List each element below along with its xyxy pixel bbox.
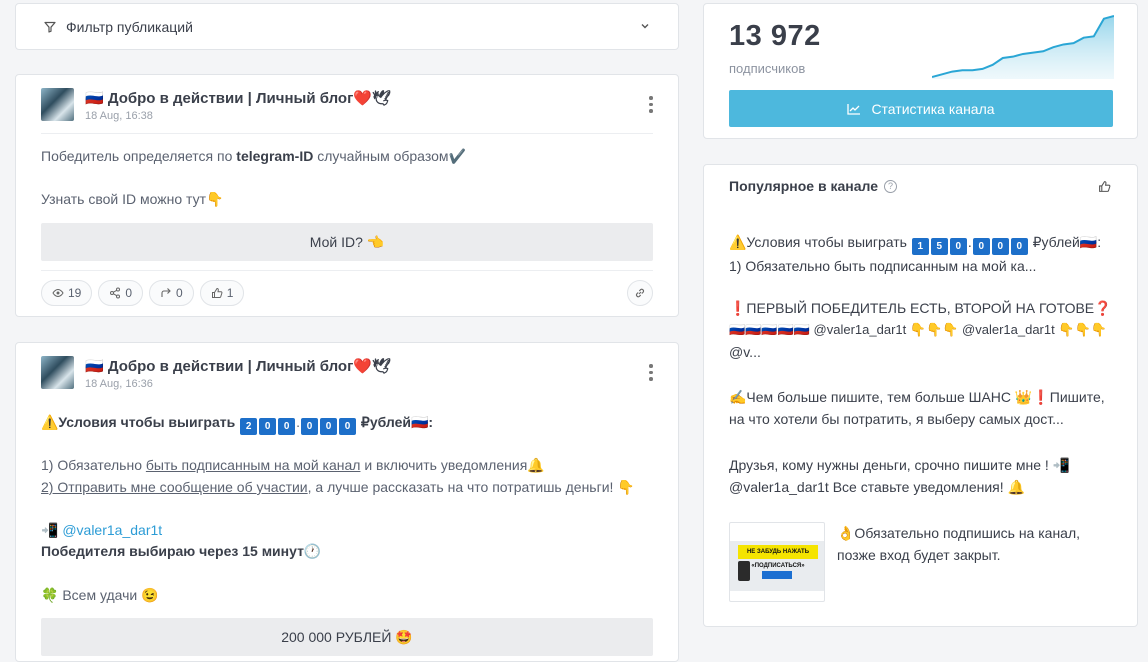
- message-link[interactable]: 2) Отправить мне сообщение об участии: [41, 479, 308, 495]
- thumbs-up-icon[interactable]: [1098, 180, 1111, 196]
- share-icon: [110, 287, 121, 299]
- subscriber-sparkline: [932, 15, 1114, 79]
- thumbs-up-icon: [211, 287, 223, 298]
- subscriber-count: 13 972: [729, 20, 821, 52]
- digit-keycap: 0: [339, 418, 357, 435]
- divider: [41, 133, 653, 134]
- post-text: 1) Обязательно быть подписанным на мой к…: [41, 457, 545, 473]
- help-icon[interactable]: ?: [884, 179, 897, 193]
- post-headline: ⚠️Условия чтобы выиграть 200.000 ₽ублей🇷…: [41, 412, 653, 435]
- post-stats: 19 0 0 1: [41, 280, 653, 306]
- digit-keycap: 2: [240, 418, 258, 435]
- post-inline-button[interactable]: 200 000 РУБЛЕЙ 🤩: [41, 618, 653, 656]
- digit-keycap: 0: [259, 418, 277, 435]
- post-date: 18 Aug, 16:38: [85, 110, 153, 122]
- digit-keycap: 0: [278, 418, 296, 435]
- channel-name[interactable]: 🇷🇺 Добро в действии | Личный блог❤️🕊: [85, 89, 391, 107]
- chart-icon: [847, 103, 861, 115]
- popular-item[interactable]: ⚠️Условия чтобы выиграть 150.000 ₽ублей🇷…: [729, 231, 1112, 277]
- digit-keycap: 0: [320, 418, 338, 435]
- publication-filter[interactable]: Фильтр публикаций: [15, 3, 679, 50]
- channel-stats-card: 13 972 подписчиков Статистика канала: [703, 3, 1138, 139]
- post-text: 📲 @valer1a_dar1t: [41, 520, 653, 542]
- popular-item[interactable]: 👌Обязательно подпишись на канал, позже в…: [837, 522, 1117, 566]
- sparkline-area: [932, 16, 1114, 79]
- popular-item[interactable]: Друзья, кому нужны деньги, срочно пишите…: [729, 454, 1112, 498]
- popular-in-channel: Популярное в канале ? ⚠️Условия чтобы вы…: [703, 164, 1138, 627]
- digit-keycap: .: [296, 414, 301, 430]
- avatar[interactable]: [41, 88, 74, 121]
- popular-item-thumbnail[interactable]: НЕ ЗАБУДЬ НАЖАТЬ «ПОДПИСАТЬСЯ»: [729, 522, 825, 602]
- popular-item[interactable]: ✍️Чем больше пишите, тем больше ШАНС 👑❗️…: [729, 386, 1112, 430]
- avatar[interactable]: [41, 356, 74, 389]
- post-text: Узнать свой ID можно тут👇: [41, 191, 224, 207]
- popular-item[interactable]: ❗️ПЕРВЫЙ ПОБЕДИТЕЛЬ ЕСТЬ, ВТОРОЙ НА ГОТО…: [729, 297, 1112, 363]
- chevron-down-icon[interactable]: [640, 20, 650, 34]
- post-date: 18 Aug, 16:36: [85, 378, 153, 390]
- more-menu-icon[interactable]: [649, 364, 653, 381]
- more-menu-icon[interactable]: [649, 96, 653, 113]
- channel-stats-button[interactable]: Статистика канала: [729, 90, 1113, 127]
- post-text: 2) Отправить мне сообщение об участии, а…: [41, 479, 635, 495]
- popular-title: Популярное в канале ?: [729, 178, 897, 194]
- post-header: 🇷🇺 Добро в действии | Личный блог❤️🕊 18 …: [41, 356, 653, 401]
- digit-keycap: .: [967, 234, 972, 250]
- copy-link-icon[interactable]: [627, 280, 653, 306]
- digit-keycap: 1: [911, 238, 929, 255]
- divider: [41, 270, 653, 271]
- views-pill[interactable]: 19: [41, 280, 93, 306]
- digit-keycap: 0: [1010, 238, 1028, 255]
- post-text: Победитель определяется по telegram-ID с…: [41, 148, 466, 164]
- digit-keycap: 0: [991, 238, 1009, 255]
- shares-pill[interactable]: 0: [98, 280, 144, 306]
- eye-icon: [52, 288, 64, 298]
- post-text: 🍀 Всем удачи 😉: [41, 587, 159, 603]
- post-text: Победителя выбираю через 15 минут🕐: [41, 543, 322, 559]
- post-card: 🇷🇺 Добро в действии | Личный блог❤️🕊 18 …: [15, 342, 679, 662]
- funnel-icon: [44, 21, 60, 33]
- subscriber-label: подписчиков: [729, 61, 806, 76]
- post-card: 🇷🇺 Добро в действии | Личный блог❤️🕊 18 …: [15, 74, 679, 317]
- digit-keycaps: 200.000: [239, 414, 357, 435]
- post-inline-button[interactable]: Мой ID? 👈: [41, 223, 653, 261]
- subscribe-link[interactable]: быть подписанным на мой канал: [146, 457, 361, 473]
- digit-keycap: 0: [949, 238, 967, 255]
- likes-pill[interactable]: 1: [199, 280, 245, 306]
- channel-name[interactable]: 🇷🇺 Добро в действии | Личный блог❤️🕊: [85, 357, 391, 375]
- forward-icon: [161, 288, 171, 297]
- digit-keycap: 0: [972, 238, 990, 255]
- post-header: 🇷🇺 Добро в действии | Личный блог❤️🕊 18 …: [41, 88, 653, 133]
- forwards-pill[interactable]: 0: [149, 280, 194, 306]
- digit-keycap: 0: [301, 418, 319, 435]
- filter-label: Фильтр публикаций: [66, 18, 193, 35]
- contact-link[interactable]: @valer1a_dar1t: [62, 522, 162, 538]
- phone-icon: 📲: [41, 522, 59, 538]
- digit-keycap: 5: [930, 238, 948, 255]
